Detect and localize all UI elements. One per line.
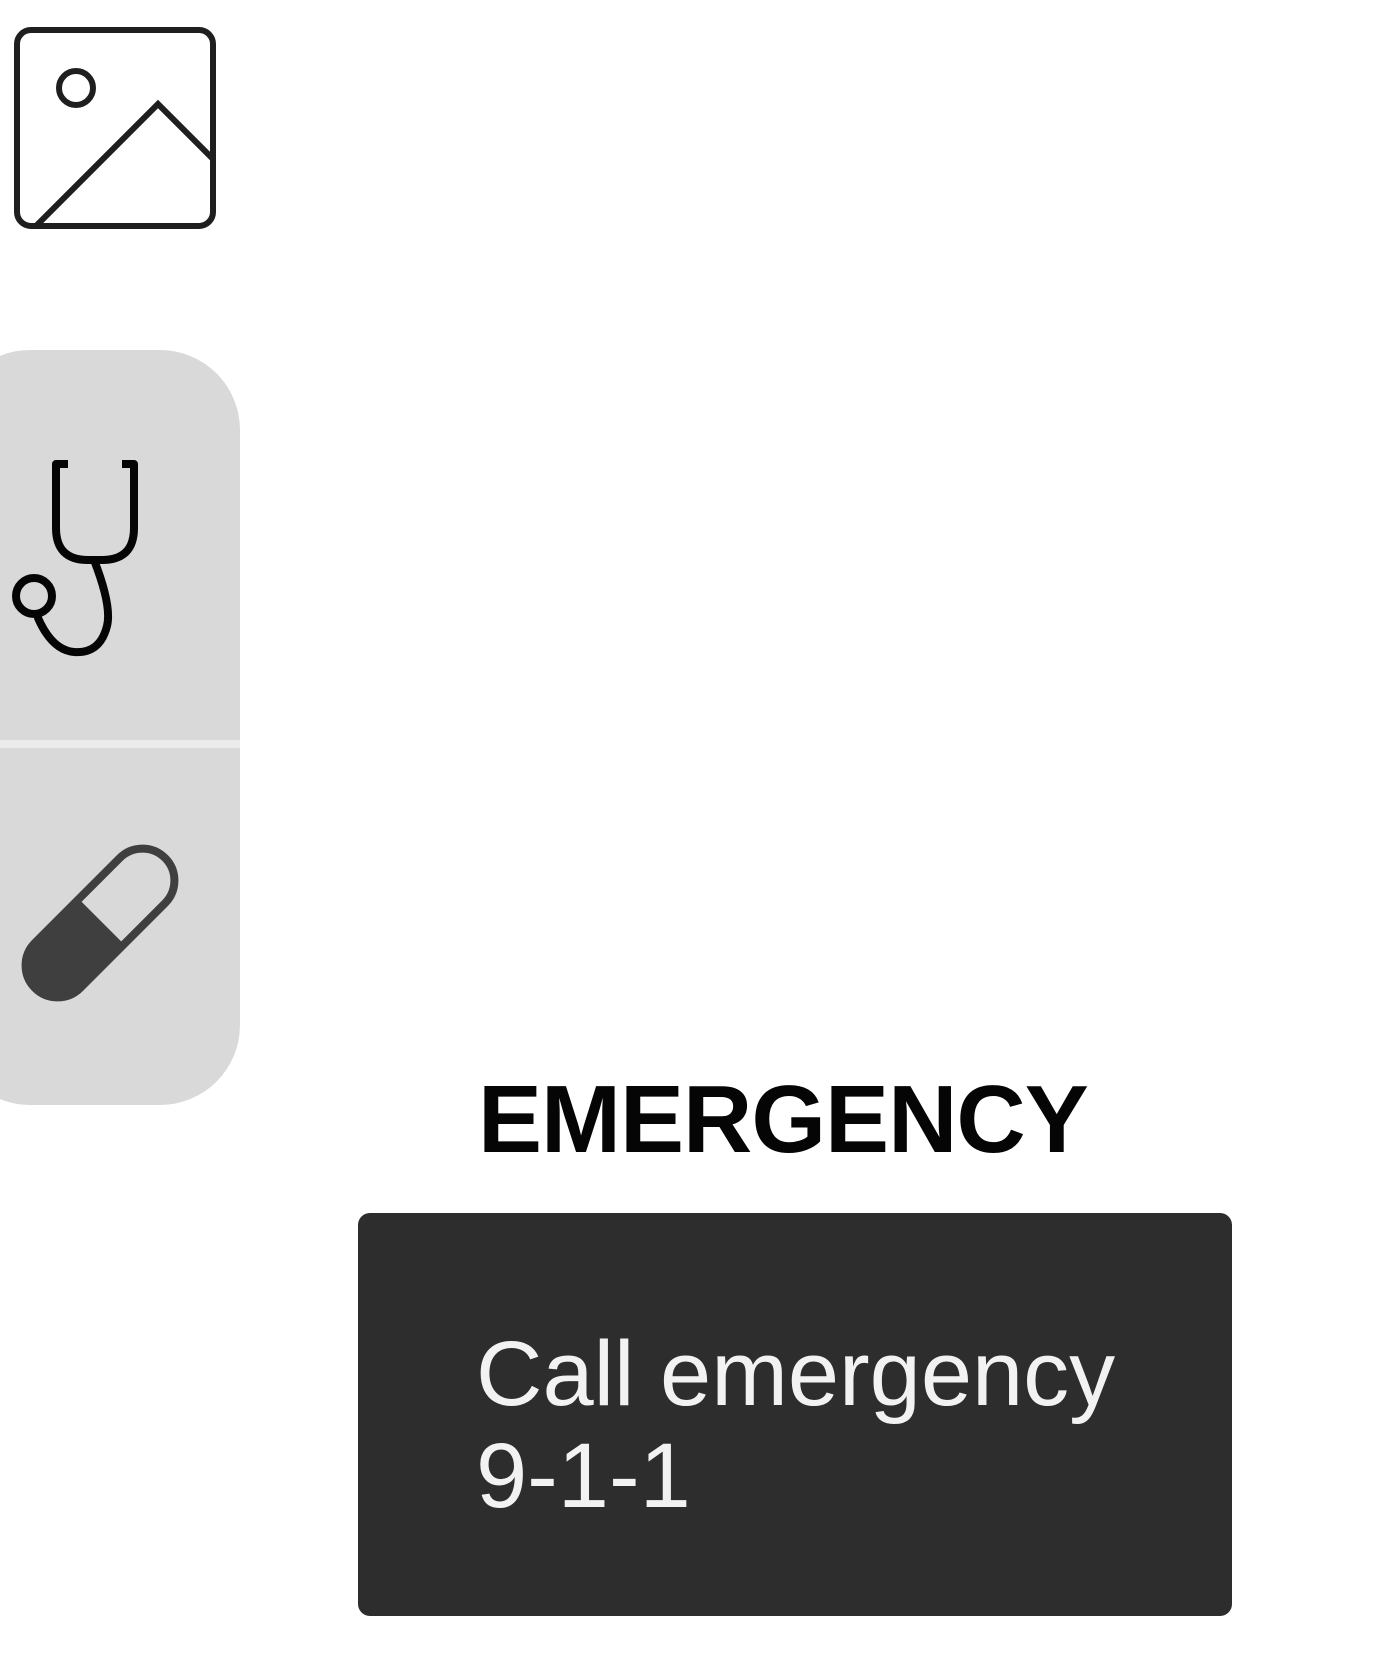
image-placeholder-icon — [14, 27, 216, 229]
emergency-title: EMERGENCY — [478, 1066, 1089, 1173]
pill-capsule-icon — [21, 844, 179, 1002]
call-emergency-text: Call emergency — [476, 1323, 1116, 1425]
stethoscope-icon — [12, 460, 138, 657]
medication-button[interactable] — [0, 748, 190, 1105]
side-panel — [0, 350, 240, 1105]
panel-divider — [0, 740, 240, 748]
call-emergency-button[interactable]: Call emergency 9-1-1 — [358, 1213, 1232, 1616]
call-emergency-label: Call emergency 9-1-1 — [476, 1323, 1176, 1527]
emergency-number: 9-1-1 — [476, 1425, 691, 1527]
stethoscope-button[interactable] — [0, 350, 190, 740]
